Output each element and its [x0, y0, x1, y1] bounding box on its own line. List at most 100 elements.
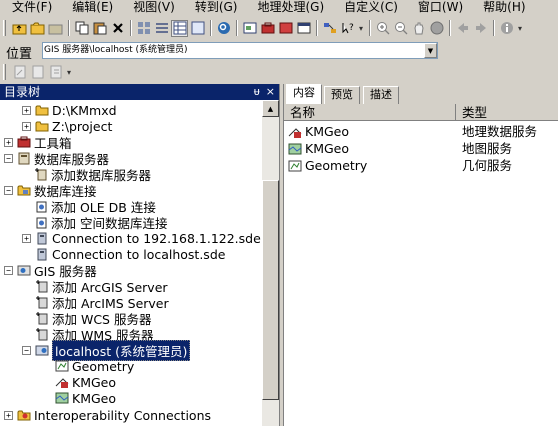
zoom-in-icon[interactable]	[374, 20, 391, 37]
toolbar-separator	[210, 20, 212, 36]
toolbar-grip[interactable]	[3, 20, 6, 36]
tab-description[interactable]: 描述	[363, 86, 399, 104]
add-server-icon	[34, 167, 48, 181]
delete-icon[interactable]	[109, 20, 126, 37]
menu-goto[interactable]: 转到(G)	[183, 0, 246, 15]
add-server-icon	[35, 295, 49, 309]
toolbox-window-icon[interactable]	[277, 20, 294, 37]
tree-scrollbar[interactable]: ▲	[262, 100, 279, 426]
menu-help[interactable]: 帮助(H)	[471, 0, 533, 15]
connect-folder-icon[interactable]	[29, 20, 46, 37]
tree-item-kmgeo-map[interactable]: KMGeo	[55, 390, 116, 406]
copy-icon[interactable]	[73, 20, 90, 37]
toolbar-overflow-icon[interactable]: ▾	[357, 20, 365, 37]
toolbar-overflow-icon[interactable]: ▾	[516, 20, 524, 37]
table-row[interactable]: KMGeo 地图服务	[284, 140, 558, 157]
menu-geoprocessing[interactable]: 地理处理(G)	[245, 0, 332, 15]
large-icons-icon[interactable]	[135, 20, 152, 37]
geodata-service-icon	[288, 125, 302, 139]
tree-item-label: Connection to localhost.sde	[52, 246, 226, 262]
column-header-type[interactable]: 类型	[456, 104, 558, 121]
arctoolbox-icon[interactable]	[259, 20, 276, 37]
toolbar-separator	[493, 20, 495, 36]
full-extent-icon[interactable]	[428, 20, 445, 37]
paste-icon[interactable]	[91, 20, 108, 37]
toolbar-grip[interactable]	[3, 64, 6, 80]
disconnect-folder-icon[interactable]	[47, 20, 64, 37]
menu-file[interactable]: 文件(F)	[0, 0, 60, 15]
geodata-service-icon	[55, 375, 69, 389]
panel-title-bar: 目录树 ᵾ ×	[0, 84, 279, 100]
metadata-export-icon[interactable]	[47, 64, 64, 81]
toolbar-overflow-icon[interactable]: ▾	[65, 64, 73, 81]
pan-icon[interactable]	[410, 20, 427, 37]
expand-icon[interactable]: +	[22, 105, 31, 115]
catalog-tree: + D:\KMmxd + Z:\project + 工具箱 − 数据库服务器 添…	[0, 100, 262, 426]
up-folder-icon[interactable]	[11, 20, 28, 37]
tree-item-localhost-server[interactable]: − localhost (系统管理员)	[22, 339, 191, 361]
expand-icon[interactable]: +	[22, 233, 31, 243]
zoom-out-icon[interactable]	[392, 20, 409, 37]
geometry-service-icon	[55, 359, 69, 373]
location-dropdown-icon[interactable]: ▼	[424, 43, 437, 58]
expand-icon[interactable]: +	[22, 121, 31, 131]
expand-icon[interactable]: +	[4, 410, 13, 420]
search-icon[interactable]	[215, 20, 232, 37]
menu-customize[interactable]: 自定义(C)	[332, 0, 406, 15]
model-builder-icon[interactable]	[321, 20, 338, 37]
collapse-icon[interactable]: −	[22, 345, 31, 355]
scroll-up-icon[interactable]: ▲	[262, 100, 279, 117]
edit-metadata-icon[interactable]	[11, 64, 28, 81]
metadata-properties-icon[interactable]	[29, 64, 46, 81]
column-header-name[interactable]: 名称	[284, 104, 456, 121]
database-server-icon	[17, 151, 31, 165]
main-toolbar: ? ▾ ▾	[0, 17, 558, 39]
menu-window[interactable]: 窗口(W)	[406, 0, 471, 15]
list-view-icon[interactable]	[153, 20, 170, 37]
tree-item-label: Z:\project	[52, 118, 113, 134]
tab-preview[interactable]: 预览	[324, 86, 360, 104]
tab-contents[interactable]: 内容	[286, 84, 322, 104]
folder-icon	[35, 103, 49, 117]
whats-this-icon[interactable]: ?	[339, 20, 356, 37]
gis-servers-icon	[17, 263, 31, 277]
sde-connection-icon	[35, 247, 49, 261]
row-name: Geometry	[305, 158, 368, 173]
add-connection-icon	[34, 199, 48, 213]
toolbar-separator	[369, 20, 371, 36]
tree-item-label: KMGeo	[72, 390, 117, 406]
collapse-icon[interactable]: −	[4, 185, 13, 195]
table-row[interactable]: KMGeo 地理数据服务	[284, 123, 558, 140]
back-icon[interactable]	[454, 20, 471, 37]
collapse-icon[interactable]: −	[4, 265, 13, 275]
identify-icon[interactable]	[498, 20, 515, 37]
toolbox-icon	[17, 135, 31, 149]
details-view-icon[interactable]	[171, 19, 188, 37]
forward-icon[interactable]	[472, 20, 489, 37]
menu-edit[interactable]: 编辑(E)	[60, 0, 121, 15]
launch-arcmap-icon[interactable]	[241, 20, 258, 37]
toolbar-separator	[236, 20, 238, 36]
tree-item-kmgeo-geodata[interactable]: KMGeo	[55, 374, 116, 390]
svg-text:?: ?	[349, 23, 354, 33]
tree-item-geometry-service[interactable]: Geometry	[55, 358, 134, 374]
tree-item-add-spatial-db[interactable]: 添加 空间数据库连接	[34, 214, 167, 231]
tree-item-folder-d[interactable]: + D:\KMmxd	[22, 102, 117, 118]
folder-icon	[35, 119, 49, 133]
panel-title: 目录树	[4, 85, 41, 99]
tab-strip: 内容 预览 描述	[284, 84, 558, 104]
location-input[interactable]: GIS 服务器\localhost (系统管理员)	[42, 42, 438, 59]
pin-icon[interactable]: ᵾ	[254, 84, 260, 100]
scroll-thumb[interactable]	[262, 180, 279, 400]
menu-view[interactable]: 视图(V)	[121, 0, 183, 15]
thumbnails-icon[interactable]	[189, 20, 206, 37]
toolbar-separator	[68, 20, 70, 36]
collapse-icon[interactable]: −	[4, 153, 13, 163]
close-icon[interactable]: ×	[266, 84, 275, 100]
add-connection-icon	[34, 215, 48, 229]
expand-icon[interactable]: +	[4, 137, 13, 147]
table-row[interactable]: Geometry 几何服务	[284, 157, 558, 174]
tree-item-sde-connection-remote[interactable]: + Connection to 192.168.1.122.sde	[22, 230, 261, 246]
command-line-icon[interactable]	[295, 20, 312, 37]
tree-item-interoperability[interactable]: + Interoperability Connections	[4, 407, 211, 423]
